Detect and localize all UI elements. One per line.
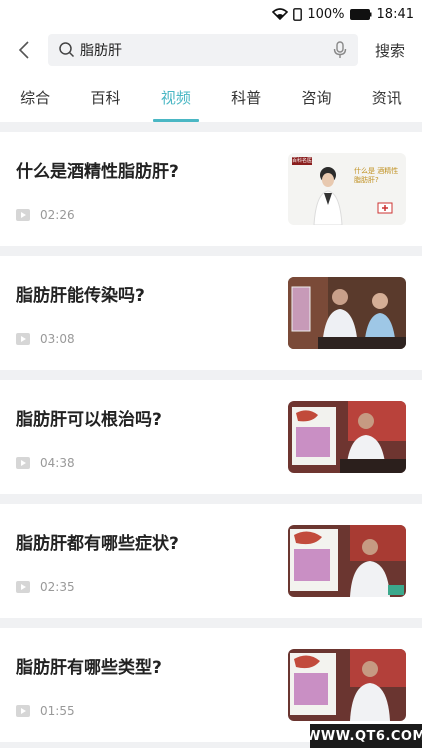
wifi-icon bbox=[272, 8, 289, 20]
tab-science[interactable]: 科普 bbox=[211, 76, 281, 122]
video-thumbnail[interactable] bbox=[288, 401, 406, 473]
video-title: 脂肪肝能传染吗? bbox=[16, 286, 145, 306]
video-title: 脂肪肝都有哪些症状? bbox=[16, 534, 179, 554]
video-info: 脂肪肝可以根治吗? 04:38 bbox=[16, 398, 288, 476]
search-icon bbox=[59, 42, 75, 58]
play-icon bbox=[16, 581, 30, 593]
video-meta: 02:35 bbox=[16, 580, 288, 594]
video-title: 什么是酒精性脂肪肝? bbox=[16, 162, 179, 182]
video-thumbnail[interactable]: 什么是 酒精性脂肪肝? 百科名医 bbox=[288, 153, 406, 225]
list-divider bbox=[0, 618, 422, 628]
video-list: 什么是酒精性脂肪肝? 02:26 什么是 酒精性脂肪肝? 百科名医 脂肪肝能传染… bbox=[0, 122, 422, 748]
search-input[interactable] bbox=[80, 35, 332, 65]
video-info: 脂肪肝都有哪些症状? 02:35 bbox=[16, 522, 288, 600]
video-info: 什么是酒精性脂肪肝? 02:26 bbox=[16, 150, 288, 228]
clock: 18:41 bbox=[376, 6, 414, 22]
video-card[interactable]: 什么是酒精性脂肪肝? 02:26 什么是 酒精性脂肪肝? 百科名医 bbox=[0, 132, 422, 246]
play-icon bbox=[16, 333, 30, 345]
video-info: 脂肪肝能传染吗? 03:08 bbox=[16, 274, 288, 352]
tab-general[interactable]: 综合 bbox=[0, 76, 70, 122]
video-meta: 01:55 bbox=[16, 704, 288, 718]
microphone-icon[interactable] bbox=[332, 41, 348, 59]
tab-news[interactable]: 资讯 bbox=[352, 76, 422, 122]
search-row: 搜索 bbox=[0, 28, 422, 72]
list-divider bbox=[0, 494, 422, 504]
list-divider bbox=[0, 122, 422, 132]
play-icon bbox=[16, 705, 30, 717]
tab-video[interactable]: 视频 bbox=[141, 76, 211, 122]
vibrate-icon bbox=[293, 7, 303, 21]
play-icon bbox=[16, 209, 30, 221]
thumbnail-caption: 什么是 酒精性脂肪肝? bbox=[354, 167, 399, 184]
video-card[interactable]: 脂肪肝都有哪些症状? 02:35 bbox=[0, 504, 422, 618]
video-title: 脂肪肝可以根治吗? bbox=[16, 410, 162, 430]
list-divider bbox=[0, 246, 422, 256]
video-thumbnail[interactable] bbox=[288, 525, 406, 597]
watermark: WWW.QT6.COM bbox=[306, 724, 422, 748]
category-tabs: 综合 百科 视频 科普 咨询 资讯 bbox=[0, 76, 422, 122]
search-box[interactable] bbox=[48, 34, 358, 66]
video-duration: 03:08 bbox=[40, 332, 75, 346]
video-thumbnail[interactable] bbox=[288, 649, 406, 721]
video-meta: 02:26 bbox=[16, 208, 288, 222]
video-duration: 02:26 bbox=[40, 208, 75, 222]
video-duration: 02:35 bbox=[40, 580, 75, 594]
list-divider bbox=[0, 370, 422, 380]
video-duration: 01:55 bbox=[40, 704, 75, 718]
chevron-left-icon bbox=[18, 41, 29, 59]
tab-encyclopedia[interactable]: 百科 bbox=[70, 76, 140, 122]
video-meta: 04:38 bbox=[16, 456, 288, 470]
video-title: 脂肪肝有哪些类型? bbox=[16, 658, 162, 678]
back-button[interactable] bbox=[0, 28, 48, 72]
status-bar: 100% 18:41 bbox=[0, 0, 422, 28]
video-duration: 04:38 bbox=[40, 456, 75, 470]
thumbnail-logo: 百科名医 bbox=[292, 158, 312, 164]
video-meta: 03:08 bbox=[16, 332, 288, 346]
video-card[interactable]: 脂肪肝能传染吗? 03:08 bbox=[0, 256, 422, 370]
play-icon bbox=[16, 457, 30, 469]
tab-consult[interactable]: 咨询 bbox=[281, 76, 351, 122]
battery-icon bbox=[349, 8, 372, 20]
battery-percent: 100% bbox=[307, 6, 345, 22]
search-button[interactable]: 搜索 bbox=[358, 40, 422, 61]
video-info: 脂肪肝有哪些类型? 01:55 bbox=[16, 646, 288, 724]
video-thumbnail[interactable] bbox=[288, 277, 406, 349]
video-card[interactable]: 脂肪肝可以根治吗? 04:38 bbox=[0, 380, 422, 494]
